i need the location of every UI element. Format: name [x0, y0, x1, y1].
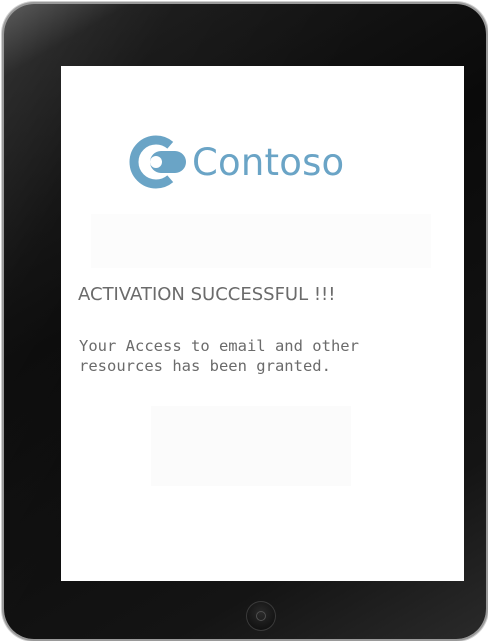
message-line: Your Access to email and other [79, 337, 359, 355]
home-button-square [256, 611, 266, 621]
contoso-c-logo-icon [129, 135, 186, 189]
header-band [91, 214, 431, 268]
activation-message: Your Access to email and other resources… [79, 336, 451, 376]
activation-title: ACTIVATION SUCCESSFUL !!! [78, 284, 336, 305]
brand-name: Contoso [192, 140, 345, 184]
tablet-frame: Contoso ACTIVATION SUCCESSFUL !!! Your A… [4, 4, 486, 639]
tablet-screen: Contoso ACTIVATION SUCCESSFUL !!! Your A… [61, 66, 464, 581]
page: Contoso ACTIVATION SUCCESSFUL !!! Your A… [0, 0, 488, 641]
content-placeholder [151, 406, 351, 486]
contoso-logo: Contoso [128, 134, 344, 190]
message-line: resources has been granted. [79, 357, 331, 375]
home-button-icon[interactable] [246, 601, 276, 631]
